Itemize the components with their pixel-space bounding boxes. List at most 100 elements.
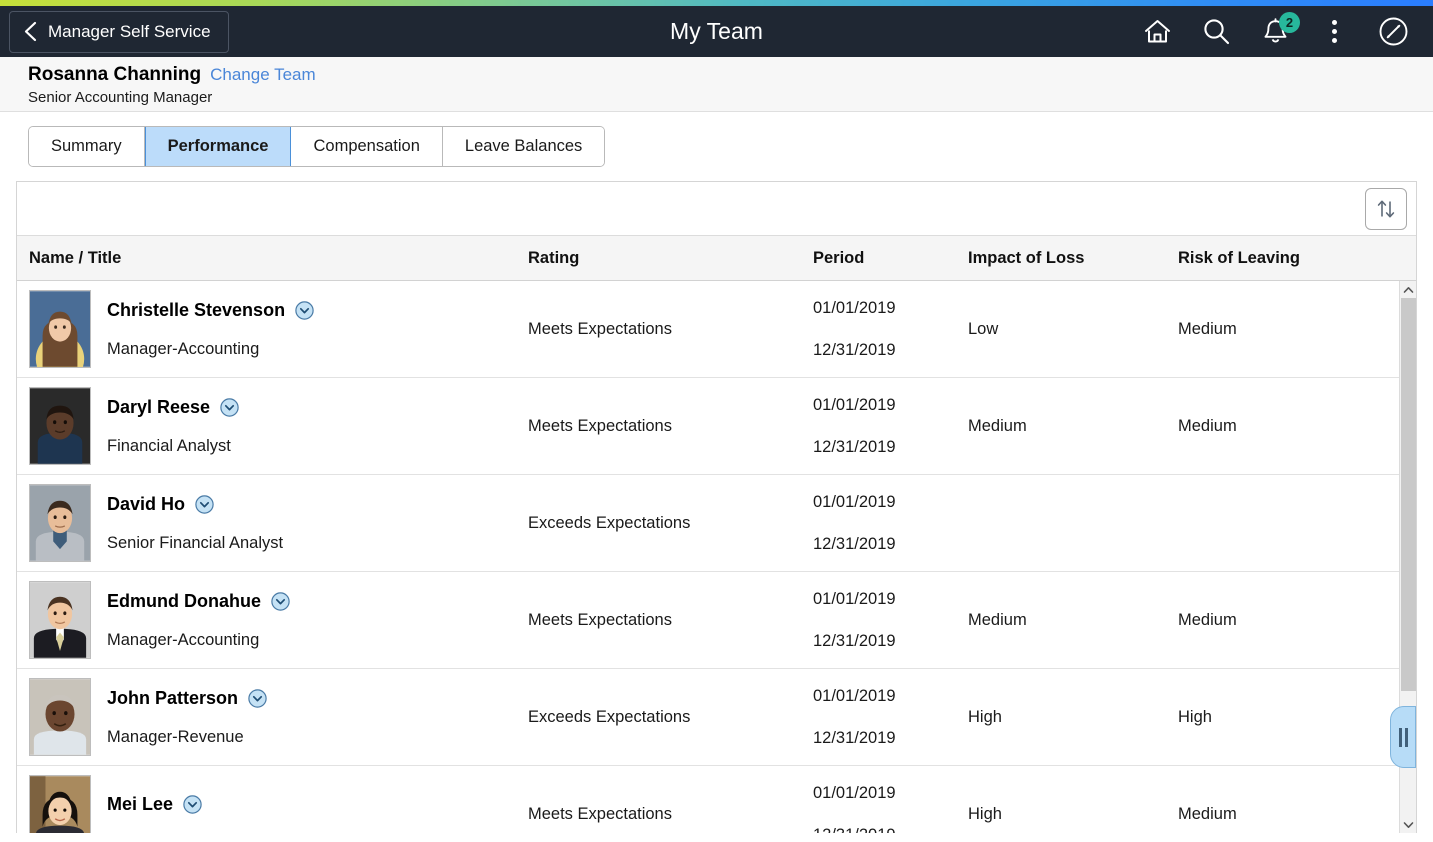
column-header-name-title[interactable]: Name / Title bbox=[17, 249, 528, 268]
column-header-rating[interactable]: Rating bbox=[528, 249, 813, 268]
period-end-date: 12/31/2019 bbox=[813, 438, 896, 456]
related-actions-chevron-down-icon[interactable] bbox=[220, 397, 239, 417]
employee-title: Manager-Accounting bbox=[107, 339, 260, 358]
risk-of-leaving-value: Medium bbox=[1178, 319, 1237, 338]
tab-leave-balances[interactable]: Leave Balances bbox=[442, 127, 605, 166]
expand-panel-handle[interactable] bbox=[1390, 706, 1416, 768]
name-row: Christelle Stevenson bbox=[107, 300, 314, 321]
related-actions-chevron-down-icon[interactable] bbox=[183, 795, 202, 814]
period-start-date: 01/01/2019 bbox=[813, 686, 896, 705]
column-header-impact-of-loss[interactable]: Impact of Loss bbox=[968, 249, 1178, 268]
grid-toolbar bbox=[17, 182, 1416, 236]
rating-value: Meets Expectations bbox=[528, 804, 672, 823]
nav-action-group: 2 bbox=[1141, 11, 1433, 48]
row-period-cell: 01/01/2019 12/31/2019 bbox=[813, 766, 968, 833]
employee-name[interactable]: David Ho bbox=[107, 494, 185, 515]
person-name-line: Rosanna Channing Change Team bbox=[28, 64, 1433, 86]
navigator-button[interactable] bbox=[1377, 16, 1409, 48]
name-row: Mei Lee bbox=[107, 794, 202, 815]
rating-value: Meets Expectations bbox=[528, 416, 672, 435]
employee-name[interactable]: Mei Lee bbox=[107, 794, 173, 815]
row-name-cell: Mei Lee bbox=[17, 766, 528, 833]
notification-badge: 2 bbox=[1279, 11, 1300, 33]
row-impact-cell bbox=[968, 475, 1178, 571]
avatar[interactable] bbox=[29, 290, 91, 368]
notifications-button[interactable]: 2 bbox=[1259, 11, 1300, 48]
manager-name: Rosanna Channing bbox=[28, 64, 202, 85]
kebab-dot bbox=[1331, 20, 1337, 25]
period-end-date: 12/31/2019 bbox=[813, 341, 896, 359]
related-actions-chevron-down-icon[interactable] bbox=[295, 300, 314, 320]
search-button[interactable] bbox=[1200, 16, 1232, 48]
scroll-up-arrow-icon[interactable] bbox=[1400, 281, 1417, 298]
change-team-link[interactable]: Change Team bbox=[210, 65, 316, 85]
table-row[interactable]: Christelle Stevenson Manager-Accounting … bbox=[17, 281, 1399, 378]
row-risk-cell: High bbox=[1178, 669, 1399, 765]
name-row: David Ho bbox=[107, 494, 283, 515]
period-start-date: 01/01/2019 bbox=[813, 492, 896, 511]
table-row[interactable]: David Ho Senior Financial Analyst Exceed… bbox=[17, 475, 1399, 572]
back-to-manager-self-service-button[interactable]: Manager Self Service bbox=[9, 10, 229, 53]
period-end-date: 12/31/2019 bbox=[813, 827, 968, 833]
period-end-date: 12/31/2019 bbox=[813, 632, 896, 650]
row-risk-cell: Medium bbox=[1178, 766, 1399, 833]
name-title-block: John Patterson Manager-Revenue bbox=[107, 688, 267, 747]
row-risk-cell: Medium bbox=[1178, 572, 1399, 668]
employee-title: Senior Financial Analyst bbox=[107, 533, 284, 552]
period-start-date: 01/01/2019 bbox=[813, 783, 896, 802]
employee-title: Manager-Revenue bbox=[107, 727, 244, 746]
rating-value: Meets Expectations bbox=[528, 610, 672, 629]
kebab-dot bbox=[1331, 38, 1337, 43]
name-title-block: David Ho Senior Financial Analyst bbox=[107, 494, 283, 553]
tab-performance[interactable]: Performance bbox=[144, 127, 292, 166]
row-period-cell: 01/01/2019 12/31/2019 bbox=[813, 669, 968, 765]
table-row[interactable]: Mei Lee Meets Expectations 01/01/2019 Hi… bbox=[17, 766, 1399, 833]
performance-grid-panel: Name / Title Rating Period Impact of Los… bbox=[16, 181, 1417, 833]
row-name-cell: Christelle Stevenson Manager-Accounting bbox=[17, 281, 528, 377]
employee-photo bbox=[30, 582, 90, 658]
row-rating-cell: Meets Expectations bbox=[528, 572, 813, 668]
row-rating-cell: Exceeds Expectations bbox=[528, 669, 813, 765]
row-name-cell: Edmund Donahue Manager-Accounting bbox=[17, 572, 528, 668]
avatar[interactable] bbox=[29, 775, 91, 833]
related-actions-chevron-down-icon[interactable] bbox=[271, 591, 290, 611]
table-row[interactable]: John Patterson Manager-Revenue Exceeds E… bbox=[17, 669, 1399, 766]
avatar[interactable] bbox=[29, 484, 91, 562]
row-rating-cell: Exceeds Expectations bbox=[528, 475, 813, 571]
table-row[interactable]: Daryl Reese Financial Analyst Meets Expe… bbox=[17, 378, 1399, 475]
risk-of-leaving-value: High bbox=[1178, 707, 1212, 726]
row-name-cell: David Ho Senior Financial Analyst bbox=[17, 475, 528, 571]
home-icon bbox=[1144, 20, 1170, 43]
related-actions-chevron-down-icon[interactable] bbox=[248, 688, 267, 708]
avatar[interactable] bbox=[29, 387, 91, 465]
grip-line bbox=[1404, 727, 1408, 747]
risk-of-leaving-value: Medium bbox=[1178, 610, 1237, 629]
tab-summary[interactable]: Summary bbox=[29, 127, 145, 166]
employee-rows: Christelle Stevenson Manager-Accounting … bbox=[17, 281, 1399, 833]
employee-name[interactable]: Daryl Reese bbox=[107, 397, 210, 418]
row-impact-cell: Medium bbox=[968, 378, 1178, 474]
related-actions-chevron-down-icon[interactable] bbox=[195, 494, 214, 514]
avatar[interactable] bbox=[29, 678, 91, 756]
actions-menu-button[interactable] bbox=[1318, 16, 1350, 48]
employee-name[interactable]: Edmund Donahue bbox=[107, 591, 261, 612]
column-header-risk-of-leaving[interactable]: Risk of Leaving bbox=[1178, 249, 1416, 268]
avatar[interactable] bbox=[29, 581, 91, 659]
tab-compensation[interactable]: Compensation bbox=[291, 127, 443, 166]
scrollbar-thumb[interactable] bbox=[1401, 298, 1416, 691]
tab-bar-container: Summary Performance Compensation Leave B… bbox=[0, 112, 1433, 173]
employee-name[interactable]: John Patterson bbox=[107, 688, 238, 709]
employee-photo bbox=[30, 776, 90, 833]
table-row[interactable]: Edmund Donahue Manager-Accounting Meets … bbox=[17, 572, 1399, 669]
scroll-down-arrow-icon[interactable] bbox=[1400, 816, 1417, 833]
row-period-cell: 01/01/2019 12/31/2019 bbox=[813, 572, 968, 668]
name-title-block: Edmund Donahue Manager-Accounting bbox=[107, 591, 290, 650]
sort-button[interactable] bbox=[1365, 187, 1407, 230]
row-risk-cell bbox=[1178, 475, 1399, 571]
employee-name[interactable]: Christelle Stevenson bbox=[107, 300, 285, 321]
rating-value: Exceeds Expectations bbox=[528, 707, 691, 726]
home-button[interactable] bbox=[1141, 16, 1173, 48]
search-icon bbox=[1203, 19, 1229, 45]
column-header-period[interactable]: Period bbox=[813, 249, 968, 268]
row-impact-cell: High bbox=[968, 669, 1178, 765]
